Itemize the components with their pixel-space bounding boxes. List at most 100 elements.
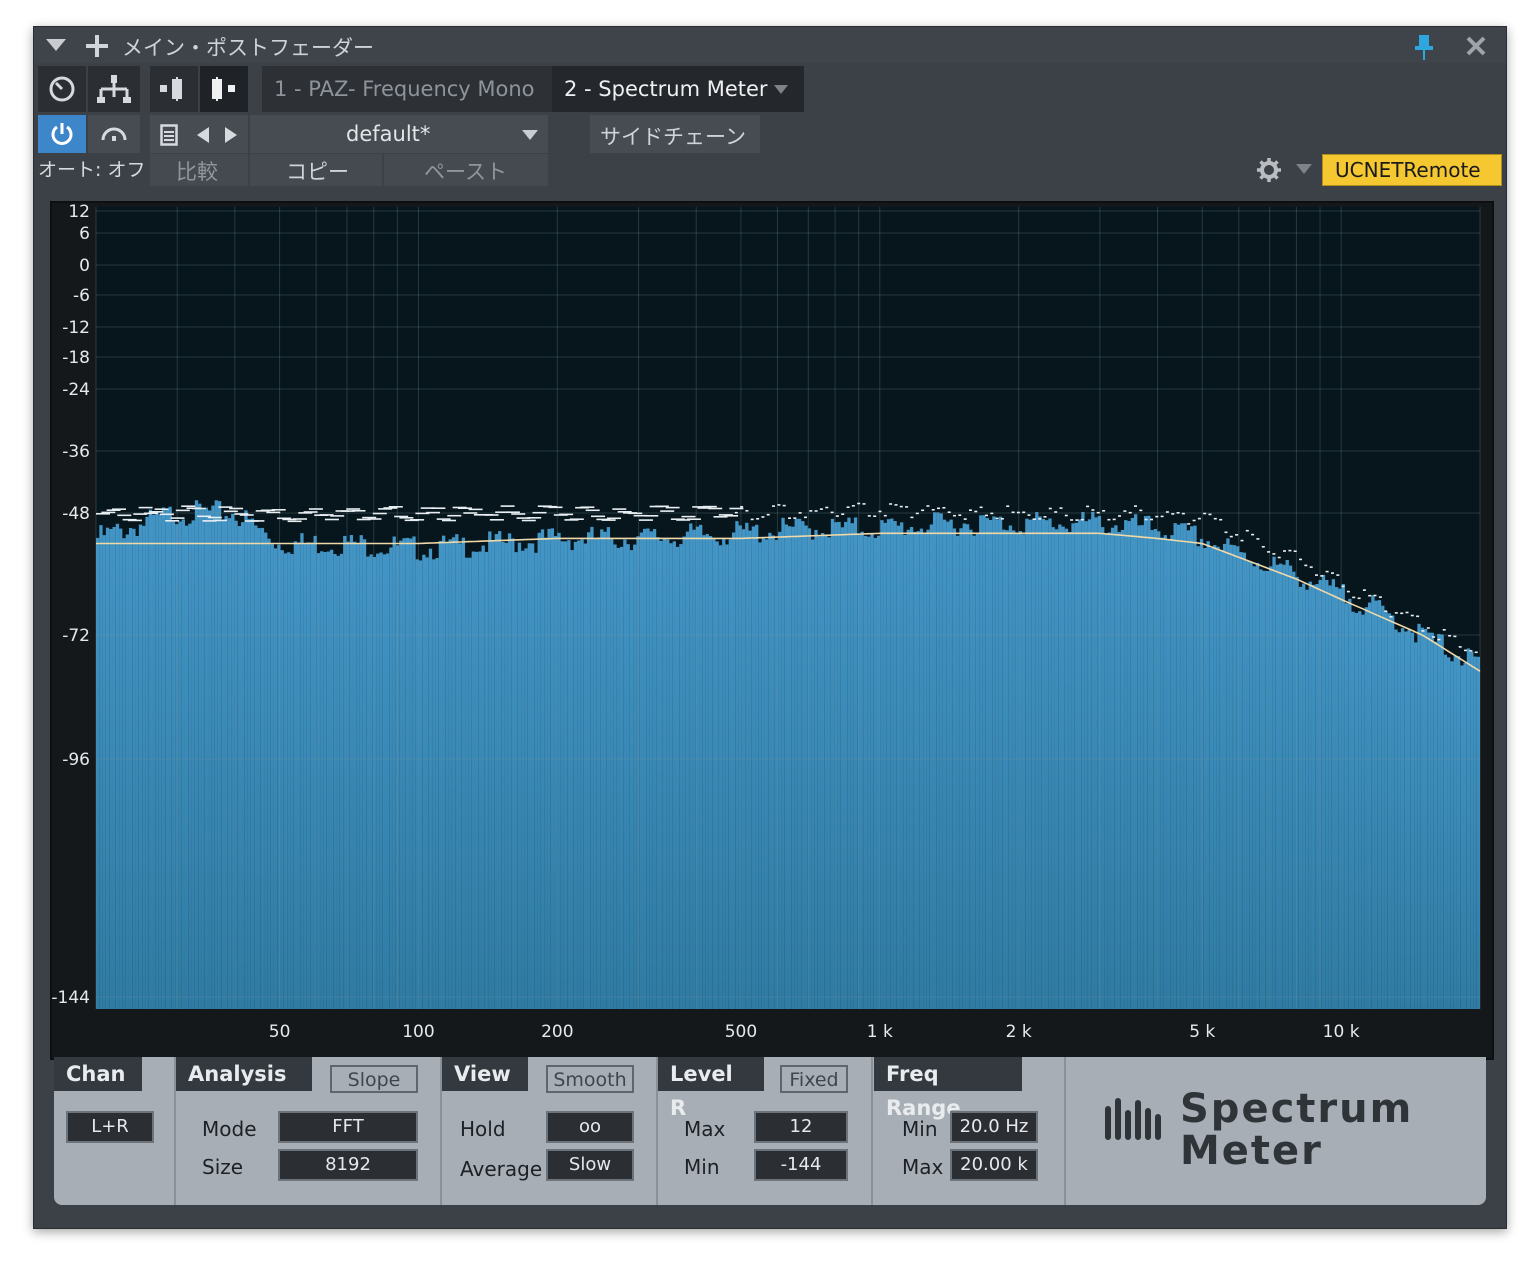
spectrum-chart[interactable]: 12 6 0 -6 -12 -18 -24 -36 -48 -72 -96 -144 50 100 200 5… (51, 202, 1492, 1058)
peak-hold-mark (1064, 514, 1068, 517)
peak-hold-mark (1091, 509, 1095, 511)
chan-select[interactable]: L+R (66, 1111, 154, 1143)
pin-icon[interactable] (1414, 35, 1434, 61)
tab-paz-frequency[interactable]: 1 - PAZ- Frequency Mono (262, 66, 552, 112)
routing-button[interactable] (88, 66, 140, 112)
spectrum-bar (376, 553, 380, 1009)
spectrum-bar (1311, 584, 1316, 1009)
peak-hold-mark (532, 511, 547, 514)
spectrum-bar (586, 532, 591, 1009)
spectrum-bar (409, 538, 413, 1009)
peak-hold-mark (985, 514, 988, 517)
spectrum-bar (1147, 515, 1151, 1009)
spectrum-bar (662, 538, 667, 1009)
spectrum-bar (1216, 546, 1220, 1009)
spectrum-bar (448, 539, 452, 1009)
ucnet-remote-button[interactable]: UCNETRemote (1322, 154, 1502, 186)
peak-hold-mark (1027, 514, 1031, 516)
spectrum-bar (244, 510, 248, 1009)
slope-button[interactable]: Slope (330, 1065, 418, 1093)
channel-button[interactable] (150, 66, 198, 112)
chevron-down-icon[interactable] (1296, 164, 1312, 175)
level-min-value[interactable]: -144 (754, 1149, 848, 1181)
size-select[interactable]: 8192 (278, 1149, 418, 1181)
freq-max-value[interactable]: 20.00 k (950, 1149, 1038, 1181)
peak-hold-mark (995, 517, 999, 520)
peak-hold-mark (117, 514, 132, 517)
peak-hold-mark (1075, 519, 1079, 521)
copy-button[interactable]: コピー (250, 154, 382, 186)
smooth-button[interactable]: Smooth (546, 1065, 634, 1093)
freq-min-value[interactable]: 20.0 Hz (950, 1111, 1038, 1143)
compare-button[interactable]: 比較 (150, 154, 248, 186)
peak-hold-mark (1006, 505, 1010, 507)
peak-hold-mark (665, 506, 680, 509)
hold-select[interactable]: oo (546, 1111, 634, 1143)
level-max-value[interactable]: 12 (754, 1111, 848, 1143)
spectrum-bar (310, 542, 314, 1009)
spectrum-bar (633, 544, 637, 1009)
prev-icon[interactable] (196, 127, 210, 143)
spectrum-bar (1035, 512, 1039, 1009)
peak-hold-mark (410, 519, 425, 521)
sidechain-button[interactable]: サイドチェーン (590, 115, 760, 153)
bypass-button[interactable] (88, 115, 140, 153)
spectrum-bar (794, 518, 798, 1009)
peak-hold-mark (1277, 556, 1281, 559)
spectrum-bar (211, 505, 215, 1009)
fixed-button[interactable]: Fixed (780, 1065, 848, 1093)
preset-icon[interactable] (160, 124, 178, 146)
spectrum-bar (1450, 661, 1454, 1009)
spectrum-bar (580, 539, 584, 1009)
spectrum-bar (115, 523, 120, 1009)
spectrum-bar (797, 518, 802, 1009)
average-select[interactable]: Slow (546, 1149, 634, 1181)
spectrum-bar (128, 527, 133, 1009)
freq-max-label: Max (902, 1155, 944, 1179)
mode-select[interactable]: FFT (278, 1111, 418, 1143)
plus-icon[interactable] (86, 35, 108, 57)
close-icon[interactable] (1466, 36, 1486, 56)
peak-hold-mark (96, 513, 110, 515)
insert-button[interactable] (200, 66, 248, 112)
next-icon[interactable] (224, 127, 238, 143)
spectrum-graph: 12 6 0 -6 -12 -18 -24 -36 -48 -72 -96 -144 50 100 200 5… (50, 201, 1494, 1060)
peak-hold-mark (1208, 513, 1212, 516)
peak-hold-mark (149, 511, 164, 513)
preset-selector[interactable]: default* (250, 115, 548, 153)
peak-hold-mark (974, 510, 978, 513)
spectrum-bar (820, 533, 825, 1009)
peak-hold-mark (798, 512, 802, 514)
automation-button[interactable] (38, 66, 86, 112)
dropdown-arrow-icon[interactable] (46, 39, 66, 53)
spectrum-bar (1321, 574, 1326, 1009)
spectrum-bar (1002, 529, 1006, 1009)
peak-hold-mark (841, 513, 845, 515)
auto-mode-label[interactable]: オート: オフ (38, 155, 145, 182)
tab-spectrum-meter[interactable]: 2 - Spectrum Meter (552, 66, 804, 112)
spectrum-bar (306, 542, 311, 1009)
spectrum-bar (297, 542, 301, 1009)
spectrum-bar (455, 534, 459, 1009)
peak-hold-mark (1107, 518, 1111, 521)
peak-hold-mark (990, 512, 994, 515)
spectrum-bar (1292, 571, 1296, 1009)
spectrum-bar (1077, 519, 1082, 1009)
power-button[interactable] (38, 115, 86, 153)
spectrum-bar (1414, 642, 1418, 1009)
peak-hold-mark (101, 511, 116, 514)
spectrum-bar (178, 521, 182, 1009)
spectrum-bar (161, 507, 166, 1009)
peak-hold-mark (1080, 518, 1084, 521)
spectrum-bar (639, 532, 644, 1009)
spectrum-bar (913, 531, 917, 1009)
paste-button[interactable]: ペースト (384, 154, 548, 186)
spectrum-bar (359, 535, 363, 1009)
spectrum-bar (1094, 517, 1098, 1009)
y-tick-label: -12 (62, 318, 90, 338)
spectrum-bar (1255, 563, 1260, 1009)
spectrum-bar (491, 540, 495, 1009)
peak-hold-mark (399, 517, 414, 519)
gear-icon[interactable] (1256, 157, 1282, 183)
peak-hold-mark (1134, 505, 1137, 507)
